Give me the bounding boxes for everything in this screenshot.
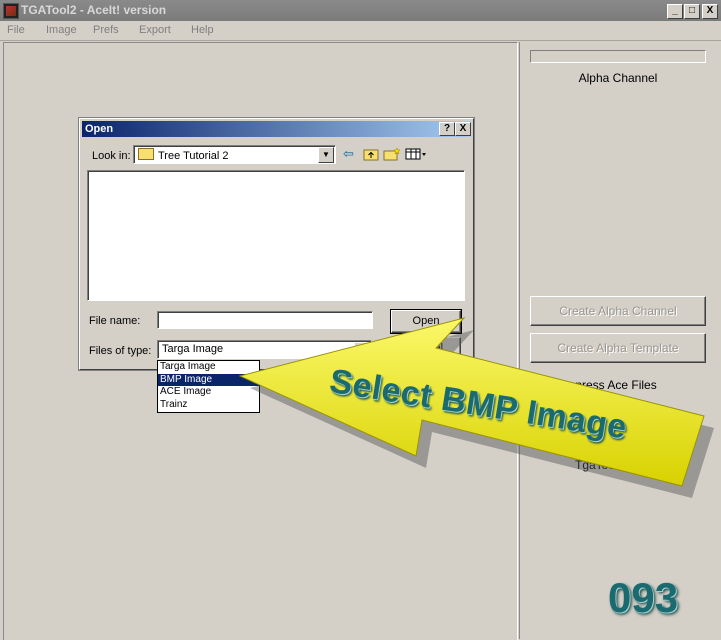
dialog-close-button[interactable]: X xyxy=(455,122,471,136)
menu-file[interactable]: File xyxy=(7,24,25,36)
file-type-dropdown[interactable]: Targa Image BMP Image ACE Image Trainz xyxy=(157,360,260,413)
chevron-down-icon[interactable]: ▼ xyxy=(318,147,334,163)
right-panel: Alpha Channel Create Alpha Channel Creat… xyxy=(519,42,720,639)
chevron-down-icon[interactable]: ▼ xyxy=(354,342,370,358)
window-titlebar[interactable]: TGATool2 - AceIt! version _ □ X xyxy=(0,0,721,21)
create-alpha-template-button[interactable]: Create Alpha Template xyxy=(530,333,706,363)
dialog-help-button[interactable]: ? xyxy=(439,122,455,136)
dialog-title: Open xyxy=(85,123,114,135)
files-of-type-label: Files of type: xyxy=(89,345,152,357)
compress-ace-row[interactable]: ✓ Compress Ace Files xyxy=(531,378,657,395)
maximize-button[interactable]: □ xyxy=(684,4,700,19)
file-type-option[interactable]: Trainz xyxy=(158,399,259,412)
menu-export[interactable]: Export xyxy=(139,24,171,36)
look-in-value: Tree Tutorial 2 xyxy=(158,150,229,162)
partial-text-1: 10 xyxy=(638,404,652,418)
folder-icon xyxy=(138,148,154,160)
menu-prefs[interactable]: Prefs xyxy=(93,24,119,36)
dialog-titlebar[interactable]: Open ? X xyxy=(82,121,471,137)
alpha-channel-label: Alpha Channel xyxy=(578,71,658,85)
view-menu-icon[interactable] xyxy=(405,147,427,164)
close-button[interactable]: X xyxy=(702,4,718,19)
file-type-option-selected[interactable]: BMP Image xyxy=(158,373,259,386)
files-of-type-value: Targa Image xyxy=(162,343,224,355)
menu-bar: File Image Prefs Export Help xyxy=(0,21,721,41)
up-folder-icon[interactable] xyxy=(363,147,379,164)
file-list[interactable] xyxy=(87,170,465,301)
create-alpha-channel-button[interactable]: Create Alpha Channel xyxy=(530,296,706,326)
files-of-type-combo[interactable]: Targa Image ▼ xyxy=(157,340,372,359)
menu-image[interactable]: Image xyxy=(46,24,77,36)
file-type-option[interactable]: Targa Image xyxy=(158,361,259,374)
file-name-input[interactable] xyxy=(157,311,373,329)
app-icon xyxy=(3,3,19,19)
file-name-label: File name: xyxy=(89,315,141,327)
open-dialog: Open ? X Look in: Tree Tutorial 2 ▼ ⇦ Fi… xyxy=(79,118,474,370)
look-in-combo[interactable]: Tree Tutorial 2 ▼ xyxy=(133,145,336,164)
page-number: 093 xyxy=(608,574,679,621)
cancel-button[interactable]: Cancel xyxy=(391,337,461,360)
progress-bar xyxy=(530,50,706,63)
file-type-option[interactable]: ACE Image xyxy=(158,386,259,399)
new-folder-icon[interactable] xyxy=(383,147,401,164)
back-icon[interactable]: ⇦ xyxy=(343,147,354,161)
window-title: TGATool2 - AceIt! version xyxy=(21,3,167,17)
partial-text-2: TgaTool xyxy=(575,458,618,472)
compress-ace-label: Compress Ace Files xyxy=(550,378,657,392)
look-in-label: Look in: xyxy=(92,150,131,162)
minimize-button[interactable]: _ xyxy=(667,4,683,19)
menu-help[interactable]: Help xyxy=(191,24,214,36)
open-button[interactable]: Open xyxy=(390,309,462,334)
